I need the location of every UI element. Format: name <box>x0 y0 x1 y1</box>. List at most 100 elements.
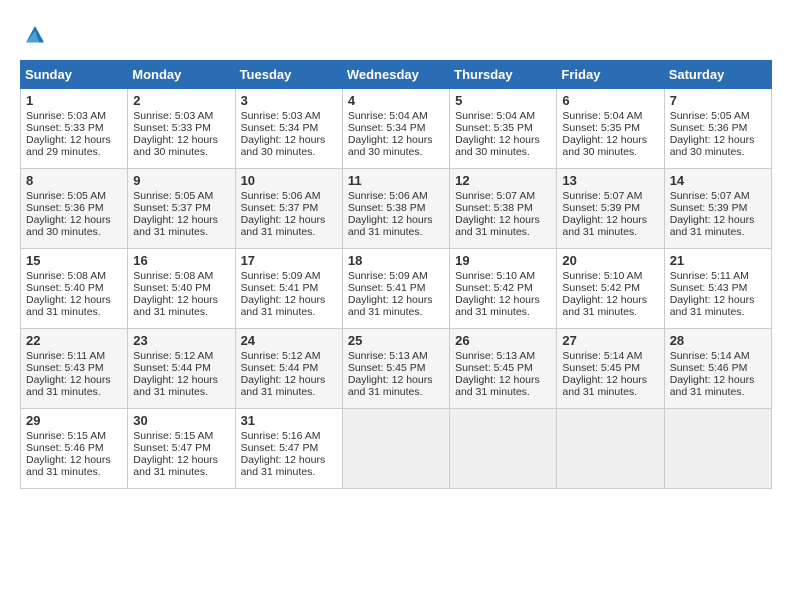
sunrise-text: Sunrise: 5:06 AM <box>348 190 428 202</box>
sunrise-text: Sunrise: 5:04 AM <box>348 110 428 122</box>
week-row-4: 22Sunrise: 5:11 AMSunset: 5:43 PMDayligh… <box>21 329 772 409</box>
sunrise-text: Sunrise: 5:04 AM <box>455 110 535 122</box>
sunset-text: Sunset: 5:41 PM <box>241 282 319 294</box>
page-header <box>20 20 772 50</box>
sunrise-text: Sunrise: 5:07 AM <box>670 190 750 202</box>
daylight-text: Daylight: 12 hours and 31 minutes. <box>241 374 326 398</box>
calendar-cell: 12Sunrise: 5:07 AMSunset: 5:38 PMDayligh… <box>450 169 557 249</box>
calendar-cell: 3 Sunrise: 5:03 AMSunset: 5:34 PMDaylight… <box>235 89 342 169</box>
daylight-text: Daylight: 12 hours and 30 minutes. <box>241 134 326 158</box>
sunrise-text: Sunrise: 5:14 AM <box>670 350 750 362</box>
sunrise-text: Sunrise: 5:08 AM <box>26 270 106 282</box>
calendar-cell: 22Sunrise: 5:11 AMSunset: 5:43 PMDayligh… <box>21 329 128 409</box>
day-number: 20 <box>562 253 658 268</box>
calendar-cell <box>557 409 664 489</box>
daylight-text: Daylight: 12 hours and 31 minutes. <box>26 294 111 318</box>
sunrise-text: Sunrise: 5:10 AM <box>562 270 642 282</box>
day-number: 15 <box>26 253 122 268</box>
day-number: 31 <box>241 413 337 428</box>
sunset-text: Sunset: 5:44 PM <box>241 362 319 374</box>
calendar-cell: 5Sunrise: 5:04 AMSunset: 5:35 PMDaylight… <box>450 89 557 169</box>
logo <box>20 20 54 50</box>
sunrise-text: Sunrise: 5:05 AM <box>26 190 106 202</box>
sunset-text: Sunset: 5:36 PM <box>26 202 104 214</box>
sunset-text: Sunset: 5:38 PM <box>455 202 533 214</box>
sunrise-text: Sunrise: 5:11 AM <box>26 350 105 362</box>
sunset-text: Sunset: 5:33 PM <box>26 122 104 134</box>
header-day-sunday: Sunday <box>21 61 128 89</box>
daylight-text: Daylight: 12 hours and 31 minutes. <box>348 294 433 318</box>
calendar-cell: 11Sunrise: 5:06 AMSunset: 5:38 PMDayligh… <box>342 169 449 249</box>
sunset-text: Sunset: 5:33 PM <box>133 122 211 134</box>
calendar-cell: 21Sunrise: 5:11 AMSunset: 5:43 PMDayligh… <box>664 249 771 329</box>
sunset-text: Sunset: 5:46 PM <box>26 442 104 454</box>
daylight-text: Daylight: 12 hours and 31 minutes. <box>455 374 540 398</box>
header-day-tuesday: Tuesday <box>235 61 342 89</box>
calendar-cell <box>450 409 557 489</box>
header-day-thursday: Thursday <box>450 61 557 89</box>
sunset-text: Sunset: 5:34 PM <box>241 122 319 134</box>
sunset-text: Sunset: 5:47 PM <box>133 442 211 454</box>
calendar-cell <box>342 409 449 489</box>
sunset-text: Sunset: 5:45 PM <box>455 362 533 374</box>
day-number: 21 <box>670 253 766 268</box>
day-number: 4 <box>348 93 444 108</box>
day-number: 10 <box>241 173 337 188</box>
sunset-text: Sunset: 5:39 PM <box>670 202 748 214</box>
sunrise-text: Sunrise: 5:16 AM <box>241 430 321 442</box>
sunset-text: Sunset: 5:46 PM <box>670 362 748 374</box>
week-row-3: 15Sunrise: 5:08 AMSunset: 5:40 PMDayligh… <box>21 249 772 329</box>
day-number: 12 <box>455 173 551 188</box>
header-day-saturday: Saturday <box>664 61 771 89</box>
daylight-text: Daylight: 12 hours and 31 minutes. <box>562 374 647 398</box>
day-number: 13 <box>562 173 658 188</box>
sunset-text: Sunset: 5:37 PM <box>241 202 319 214</box>
sunrise-text: Sunrise: 5:13 AM <box>348 350 428 362</box>
calendar-header: SundayMondayTuesdayWednesdayThursdayFrid… <box>21 61 772 89</box>
sunrise-text: Sunrise: 5:09 AM <box>241 270 321 282</box>
sunrise-text: Sunrise: 5:03 AM <box>241 110 321 122</box>
calendar-cell: 19Sunrise: 5:10 AMSunset: 5:42 PMDayligh… <box>450 249 557 329</box>
sunrise-text: Sunrise: 5:12 AM <box>241 350 321 362</box>
daylight-text: Daylight: 12 hours and 29 minutes. <box>26 134 111 158</box>
daylight-text: Daylight: 12 hours and 31 minutes. <box>562 294 647 318</box>
daylight-text: Daylight: 12 hours and 31 minutes. <box>241 294 326 318</box>
calendar-cell: 26Sunrise: 5:13 AMSunset: 5:45 PMDayligh… <box>450 329 557 409</box>
daylight-text: Daylight: 12 hours and 31 minutes. <box>133 374 218 398</box>
daylight-text: Daylight: 12 hours and 30 minutes. <box>26 214 111 238</box>
daylight-text: Daylight: 12 hours and 31 minutes. <box>670 374 755 398</box>
sunset-text: Sunset: 5:40 PM <box>133 282 211 294</box>
sunrise-text: Sunrise: 5:11 AM <box>670 270 749 282</box>
calendar-table: SundayMondayTuesdayWednesdayThursdayFrid… <box>20 60 772 489</box>
daylight-text: Daylight: 12 hours and 31 minutes. <box>133 214 218 238</box>
sunset-text: Sunset: 5:43 PM <box>26 362 104 374</box>
calendar-cell: 9Sunrise: 5:05 AMSunset: 5:37 PMDaylight… <box>128 169 235 249</box>
day-number: 27 <box>562 333 658 348</box>
header-day-friday: Friday <box>557 61 664 89</box>
calendar-cell: 18Sunrise: 5:09 AMSunset: 5:41 PMDayligh… <box>342 249 449 329</box>
daylight-text: Daylight: 12 hours and 30 minutes. <box>133 134 218 158</box>
calendar-cell: 10Sunrise: 5:06 AMSunset: 5:37 PMDayligh… <box>235 169 342 249</box>
calendar-cell: 25Sunrise: 5:13 AMSunset: 5:45 PMDayligh… <box>342 329 449 409</box>
header-day-wednesday: Wednesday <box>342 61 449 89</box>
daylight-text: Daylight: 12 hours and 30 minutes. <box>348 134 433 158</box>
sunrise-text: Sunrise: 5:05 AM <box>670 110 750 122</box>
sunrise-text: Sunrise: 5:09 AM <box>348 270 428 282</box>
daylight-text: Daylight: 12 hours and 31 minutes. <box>348 374 433 398</box>
day-number: 2 <box>133 93 229 108</box>
sunset-text: Sunset: 5:39 PM <box>562 202 640 214</box>
sunrise-text: Sunrise: 5:14 AM <box>562 350 642 362</box>
sunrise-text: Sunrise: 5:05 AM <box>133 190 213 202</box>
day-number: 16 <box>133 253 229 268</box>
calendar-cell: 8Sunrise: 5:05 AMSunset: 5:36 PMDaylight… <box>21 169 128 249</box>
daylight-text: Daylight: 12 hours and 31 minutes. <box>26 374 111 398</box>
day-number: 23 <box>133 333 229 348</box>
daylight-text: Daylight: 12 hours and 31 minutes. <box>670 294 755 318</box>
sunrise-text: Sunrise: 5:13 AM <box>455 350 535 362</box>
week-row-1: 1Sunrise: 5:03 AMSunset: 5:33 PMDaylight… <box>21 89 772 169</box>
week-row-2: 8Sunrise: 5:05 AMSunset: 5:36 PMDaylight… <box>21 169 772 249</box>
sunrise-text: Sunrise: 5:08 AM <box>133 270 213 282</box>
sunset-text: Sunset: 5:45 PM <box>562 362 640 374</box>
daylight-text: Daylight: 12 hours and 30 minutes. <box>562 134 647 158</box>
day-number: 3 <box>241 93 337 108</box>
